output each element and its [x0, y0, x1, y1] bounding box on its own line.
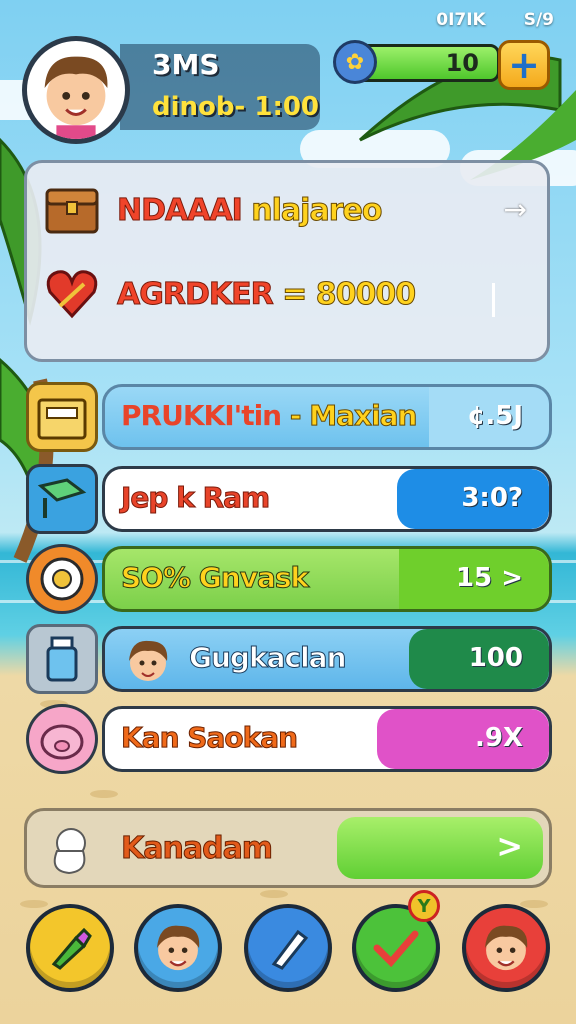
list-item-gnvask[interactable]: SO% Gnvask 15 > — [26, 544, 552, 614]
status-left: 0I7IK — [436, 10, 486, 30]
nav-badge: Y — [408, 890, 440, 922]
list-item-label: Kanadam — [120, 831, 273, 867]
panel-arrow-icon[interactable]: → — [504, 193, 527, 226]
list-pill: Jep k Ram 3:0? — [102, 466, 552, 532]
list-item-value: 15 > — [455, 563, 523, 593]
list-item-kanadam[interactable]: Kanadam > — [24, 808, 552, 888]
player-avatar[interactable] — [22, 36, 130, 144]
nav-pen-button[interactable] — [244, 904, 332, 992]
pen-icon — [271, 929, 309, 970]
list-item-prukki[interactable]: PRUKKI'tin - Maxian ¢.5J — [26, 382, 552, 452]
avatar-icon — [156, 925, 200, 971]
quest-panel: NDAAAI nlajareo → AGRDKER = 80000 — [24, 160, 550, 362]
list-item-gugkaclan[interactable]: Gugkaclan 100 — [26, 624, 552, 694]
currency-value: 10 — [445, 49, 479, 77]
list-pill: PRUKKI'tin - Maxian ¢.5J — [102, 384, 552, 450]
ghost-icon — [53, 828, 86, 875]
pig-icon — [26, 704, 98, 774]
brush-icon — [51, 927, 92, 970]
list-item-value: .9X — [474, 723, 523, 753]
treasure-chest-icon — [41, 179, 103, 241]
list-item-label: Kan Saokan — [120, 721, 298, 755]
status-bar: 0I7IK S/9 — [436, 10, 554, 30]
list-item-label: SO% Gnvask — [120, 561, 309, 595]
flower-icon: ✿ — [333, 40, 377, 84]
heart-icon — [41, 263, 103, 325]
list-item-value: 100 — [468, 643, 523, 673]
status-right: S/9 — [523, 10, 554, 30]
list-item-label: PRUKKI'tin - Maxian — [121, 399, 418, 433]
book-icon — [26, 464, 98, 534]
list-pill: Kan Saokan .9X — [102, 706, 552, 772]
panel-row-2-title: AGRDKER = 80000 — [116, 276, 416, 312]
add-currency-button[interactable]: + — [498, 40, 550, 90]
list-item-label: Jep k Ram — [120, 481, 270, 515]
list-item-label: Gugkaclan — [189, 641, 347, 675]
safe-icon — [26, 382, 98, 452]
list-pill: SO% Gnvask 15 > — [102, 546, 552, 612]
jar-icon — [26, 624, 98, 694]
target-icon — [26, 544, 98, 614]
check-icon — [373, 930, 419, 968]
player-name: 3MS — [152, 48, 220, 81]
list-item-value: ¢.5J — [467, 401, 523, 431]
panel-divider — [492, 283, 495, 317]
list-item-saokan[interactable]: Kan Saokan .9X — [26, 704, 552, 774]
nav-avatar-button[interactable] — [134, 904, 222, 992]
panel-row-1-title: NDAAAI nlajareo — [116, 192, 382, 228]
nav-avatar-2-button[interactable] — [462, 904, 550, 992]
nav-brush-button[interactable] — [26, 904, 114, 992]
avatar — [129, 640, 168, 681]
panel-row-2[interactable]: AGRDKER = 80000 — [41, 263, 417, 325]
list-item-jep[interactable]: Jep k Ram 3:0? — [26, 464, 552, 534]
chevron-right-icon: > — [496, 827, 523, 865]
list-pill: Gugkaclan 100 — [102, 626, 552, 692]
list-item-value: 3:0? — [461, 483, 523, 513]
panel-row-1[interactable]: NDAAAI nlajareo — [41, 179, 383, 241]
avatar-icon — [484, 925, 528, 971]
player-subtitle: dinob- 1:00 — [152, 92, 320, 122]
